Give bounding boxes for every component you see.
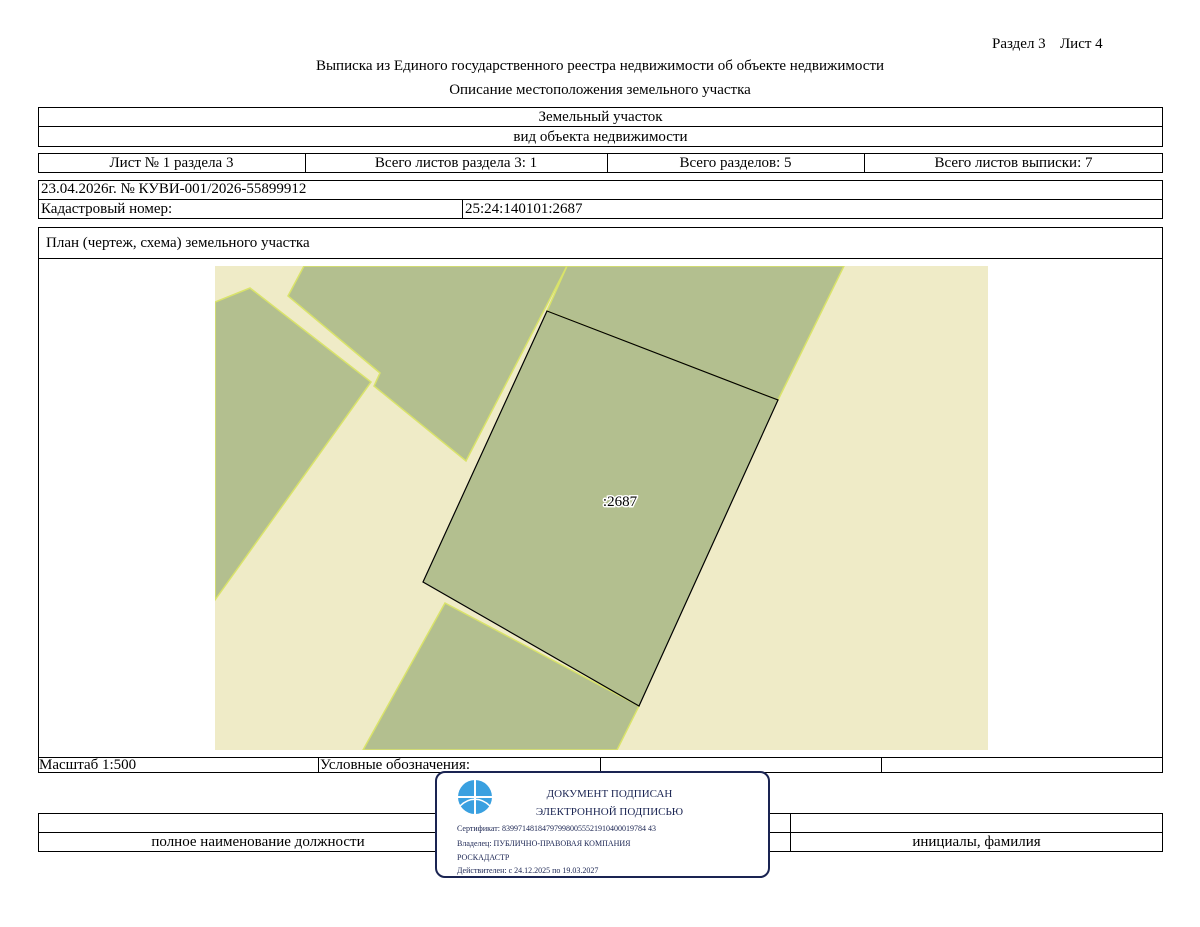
total-sheets-section: Всего листов раздела 3: 1 <box>374 154 538 171</box>
divider <box>38 126 1163 127</box>
sheet-label: Лист 4 <box>1060 36 1103 52</box>
position-caption: полное наименование должности <box>151 834 365 850</box>
parcel-label: :2687 <box>603 494 638 510</box>
sheet-number: Лист № 1 раздела 3 <box>109 154 234 171</box>
total-sheets-extract: Всего листов выписки: 7 <box>934 154 1093 171</box>
section-label: Раздел 3 <box>992 36 1046 52</box>
document-date-number: 23.04.2026г. № КУВИ-001/2026-55899912 <box>41 181 307 197</box>
plan-title: План (чертеж, схема) земельного участка <box>46 234 310 251</box>
stamp-line1: ДОКУМЕНТ ПОДПИСАН <box>546 788 673 800</box>
stamp-line2: ЭЛЕКТРОННОЙ ПОДПИСЬЮ <box>535 806 684 818</box>
divider <box>881 757 882 773</box>
name-caption: инициалы, фамилия <box>912 834 1041 850</box>
stamp-valid: Действителен: с 24.12.2025 по 19.03.2027 <box>457 866 599 875</box>
parcel-map: :2687 <box>215 266 988 750</box>
divider <box>318 757 319 773</box>
page-title: Выписка из Единого государственного реес… <box>315 58 885 74</box>
cadastral-number-value: 25:24:140101:2687 <box>465 201 583 217</box>
cadastral-number-label: Кадастровый номер: <box>41 201 173 217</box>
object-type-caption: вид объекта недвижимости <box>513 128 688 145</box>
divider <box>462 199 463 219</box>
stamp-certificate: Сертификат: 8399714818479799800555219104… <box>457 824 656 833</box>
stamp-owner-line1: Владелец: ПУБЛИЧНО-ПРАВОВАЯ КОМПАНИЯ <box>457 839 631 848</box>
total-sections: Всего разделов: 5 <box>679 154 792 171</box>
electronic-signature-stamp: ДОКУМЕНТ ПОДПИСАН ЭЛЕКТРОННОЙ ПОДПИСЬЮ С… <box>435 771 770 878</box>
object-type: Земельный участок <box>538 108 663 125</box>
divider <box>38 258 1163 259</box>
divider <box>38 199 1163 200</box>
stamp-owner-line2: РОСКАДАСТР <box>457 853 510 862</box>
page-subtitle: Описание местоположения земельного участ… <box>449 82 751 98</box>
scale-label: Масштаб 1:500 <box>39 756 137 773</box>
